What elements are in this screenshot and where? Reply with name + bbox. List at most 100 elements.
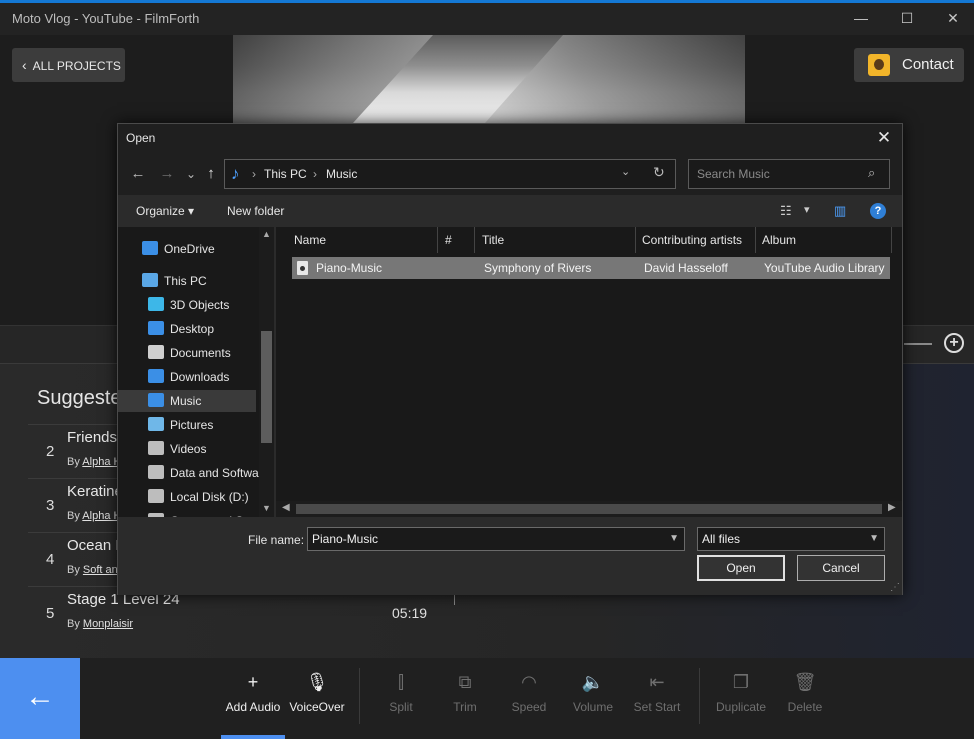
speaker-icon: 🔈: [581, 672, 605, 692]
breadcrumb-separator: ›: [252, 167, 256, 181]
track-by-prefix: By: [67, 564, 80, 576]
breadcrumb-separator: ›: [313, 167, 317, 181]
cloud-icon: [142, 241, 158, 255]
track-author-link[interactable]: Alpha H: [82, 510, 121, 522]
chevron-left-icon: ‹: [22, 57, 27, 73]
track-name: Friends: [67, 429, 118, 446]
tool-label: Set Start: [633, 700, 681, 714]
file-name-value: Piano-Music: [312, 532, 379, 546]
navigation-pane: OneDrive This PC 3D Objects Desktop Document…: [118, 227, 274, 517]
nav-item-data-and-softwa[interactable]: Data and Softwa: [148, 462, 259, 484]
duplicate-button[interactable]: ❐ Duplicate: [709, 668, 773, 728]
minimize-button[interactable]: —: [838, 3, 884, 33]
zoom-slider[interactable]: [904, 343, 932, 345]
zoom-in-icon[interactable]: +: [944, 333, 964, 353]
search-input[interactable]: Search Music ⌕: [688, 159, 890, 189]
track-author-link[interactable]: Monplaisir: [83, 618, 133, 630]
tool-label: Split: [389, 700, 413, 714]
column-header-title[interactable]: Title: [482, 227, 636, 253]
all-projects-button[interactable]: ‹ ALL PROJECTS: [12, 48, 125, 82]
music-icon: [148, 393, 164, 407]
column-header-album[interactable]: Album: [762, 227, 892, 253]
nav-item-music[interactable]: Music: [118, 390, 256, 412]
track-author-link[interactable]: Alpha H: [82, 456, 121, 468]
file-name-field[interactable]: Piano-Music ▼: [307, 527, 685, 551]
organize-button[interactable]: Organize ▾: [136, 204, 194, 218]
contact-button[interactable]: Contact: [854, 48, 964, 82]
preview-rock-left: [233, 35, 433, 123]
nav-item-documents[interactable]: Documents: [148, 342, 231, 364]
file-row[interactable]: Piano-Music Symphony of Rivers David Hasse…: [292, 257, 890, 279]
duplicate-icon: ❐: [732, 672, 750, 692]
resize-grip-icon[interactable]: ⋰: [890, 582, 900, 593]
nav-item-label: Data and Softwa: [170, 466, 259, 480]
speed-button[interactable]: ◠ Speed: [497, 668, 561, 728]
toolbar-divider: [699, 668, 700, 724]
nav-item-videos[interactable]: Videos: [148, 438, 206, 460]
drive-icon: [148, 465, 164, 479]
scroll-left-icon[interactable]: ◀: [282, 502, 290, 513]
horizontal-scroll-thumb[interactable]: [296, 504, 882, 514]
nav-item-games-and-stor[interactable]: Games and Stor: [148, 510, 257, 517]
open-button[interactable]: Open: [697, 555, 785, 581]
column-label: Contributing artists: [642, 233, 743, 247]
recent-locations-icon[interactable]: ⌄: [181, 164, 201, 184]
address-bar[interactable]: ♪ › This PC › Music ⌄ ↻: [224, 159, 676, 189]
view-options-icon[interactable]: ☷: [780, 203, 792, 219]
chevron-down-icon[interactable]: ▼: [669, 533, 679, 544]
nav-item-desktop[interactable]: Desktop: [148, 318, 214, 340]
track-by-prefix: By: [67, 456, 80, 468]
close-window-button[interactable]: ✕: [930, 3, 974, 33]
back-icon[interactable]: ←: [128, 164, 148, 184]
navigation-scrollbar[interactable]: ▲ ▼: [259, 227, 274, 517]
dialog-title: Open: [126, 131, 156, 145]
computer-icon: [142, 273, 158, 287]
trim-button[interactable]: ⧉ Trim: [433, 668, 497, 728]
delete-button[interactable]: 🗑 Delete: [773, 668, 837, 728]
nav-item-onedrive[interactable]: OneDrive: [142, 238, 215, 260]
speedometer-icon: ◠: [521, 672, 537, 692]
cancel-button[interactable]: Cancel: [797, 555, 885, 581]
voiceover-button[interactable]: 🎙 VoiceOver: [285, 668, 349, 728]
nav-item-pictures[interactable]: Pictures: [148, 414, 213, 436]
nav-item-local-disk-d[interactable]: Local Disk (D:): [148, 486, 249, 508]
column-header-contributing-artists[interactable]: Contributing artists: [642, 227, 756, 253]
video-preview[interactable]: [233, 35, 745, 123]
nav-item-3d-objects[interactable]: 3D Objects: [148, 294, 229, 316]
cube-icon: [148, 297, 164, 311]
breadcrumb-music[interactable]: Music: [326, 167, 357, 181]
column-label: #: [445, 233, 452, 247]
address-dropdown-icon[interactable]: ⌄: [621, 165, 630, 178]
scroll-thumb[interactable]: [261, 331, 272, 443]
forward-icon[interactable]: →: [157, 164, 177, 184]
track-author-link[interactable]: Soft an: [83, 564, 118, 576]
trim-icon: ⧉: [458, 672, 472, 692]
breadcrumb-this-pc[interactable]: This PC: [264, 167, 307, 181]
column-label: Title: [482, 233, 505, 247]
scroll-up-icon[interactable]: ▲: [262, 229, 271, 239]
up-folder-icon[interactable]: ↑: [201, 164, 221, 184]
add-audio-button[interactable]: + Add Audio: [221, 668, 285, 728]
file-type-value: All files: [702, 532, 741, 546]
set-start-icon: ⇤: [649, 672, 665, 692]
column-header-name[interactable]: Name: [294, 227, 438, 253]
scroll-down-icon[interactable]: ▼: [262, 503, 271, 513]
column-header-number[interactable]: #: [445, 227, 475, 253]
split-button[interactable]: ⫿ Split: [369, 668, 433, 728]
file-type-select[interactable]: All files ▼: [697, 527, 885, 551]
back-arrow-button[interactable]: ←: [0, 658, 80, 739]
nav-item-downloads[interactable]: Downloads: [148, 366, 229, 388]
track-name: Keratine: [67, 483, 123, 500]
volume-button[interactable]: 🔈 Volume: [561, 668, 625, 728]
nav-item-this-pc[interactable]: This PC: [142, 270, 207, 292]
refresh-icon[interactable]: ↻: [653, 164, 665, 181]
view-dropdown-icon[interactable]: ▾: [804, 203, 810, 216]
horizontal-scrollbar[interactable]: ◀ ▶: [276, 501, 902, 517]
help-icon[interactable]: ?: [870, 203, 886, 219]
scroll-right-icon[interactable]: ▶: [888, 502, 896, 513]
maximize-button[interactable]: ☐: [884, 3, 930, 33]
dialog-close-button[interactable]: ✕: [872, 126, 896, 150]
preview-pane-icon[interactable]: ▥: [834, 203, 846, 219]
set-start-button[interactable]: ⇤ Set Start: [625, 668, 689, 728]
new-folder-button[interactable]: New folder: [227, 204, 284, 218]
